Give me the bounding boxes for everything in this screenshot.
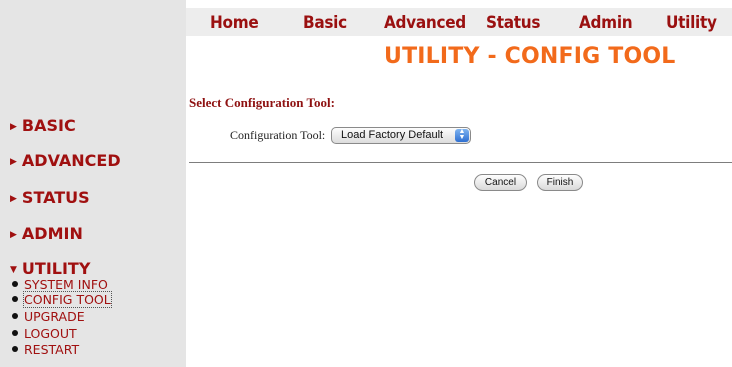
sidebar-item-config-tool[interactable]: CONFIG TOOL bbox=[12, 291, 112, 308]
triangle-right-icon: ▶ bbox=[10, 122, 17, 132]
sidebar-item-logout[interactable]: LOGOUT bbox=[12, 326, 77, 341]
config-tool-select[interactable]: Load Factory Default ▲ ▼ bbox=[331, 127, 471, 144]
divider bbox=[189, 162, 732, 163]
nav-status[interactable]: Status bbox=[486, 13, 540, 33]
sidebar-menu-label: UTILITY bbox=[21, 259, 91, 278]
sidebar-menu-advanced[interactable]: ▶ ADVANCED bbox=[10, 151, 121, 170]
triangle-right-icon: ▶ bbox=[10, 230, 17, 240]
triangle-right-icon: ▶ bbox=[10, 194, 17, 204]
sidebar-menu-label: ADVANCED bbox=[21, 151, 121, 170]
top-navigation: Home Basic Advanced Status Admin Utility bbox=[186, 8, 732, 36]
sidebar-menu-admin[interactable]: ▶ ADMIN bbox=[10, 224, 83, 243]
bullet-icon bbox=[12, 330, 18, 336]
up-down-arrows-icon: ▲ ▼ bbox=[455, 128, 469, 142]
bullet-icon bbox=[12, 346, 18, 352]
sidebar-menu-utility[interactable]: ▼ UTILITY bbox=[10, 259, 90, 278]
sidebar: ▶ BASIC ▶ ADVANCED ▶ STATUS ▶ ADMIN ▼ UTILITY… bbox=[0, 0, 186, 367]
sidebar-menu-label: STATUS bbox=[21, 188, 90, 207]
nav-home[interactable]: Home bbox=[210, 13, 259, 33]
section-title: Select Configuration Tool: bbox=[189, 95, 335, 110]
config-tool-selected-value: Load Factory Default bbox=[341, 129, 444, 141]
sidebar-menu-label: BASIC bbox=[21, 116, 76, 135]
triangle-right-icon: ▶ bbox=[10, 157, 17, 167]
sidebar-menu-basic[interactable]: ▶ BASIC bbox=[10, 116, 76, 135]
sidebar-menu-label: ADMIN bbox=[21, 224, 83, 243]
cancel-button[interactable]: Cancel bbox=[474, 174, 527, 191]
nav-advanced[interactable]: Advanced bbox=[384, 13, 466, 33]
bullet-icon bbox=[12, 281, 18, 287]
bullet-icon bbox=[12, 313, 18, 319]
sidebar-item-upgrade[interactable]: UPGRADE bbox=[12, 309, 85, 324]
nav-utility[interactable]: Utility bbox=[666, 13, 717, 33]
config-tool-label: Configuration Tool: bbox=[230, 128, 326, 142]
sidebar-item-restart[interactable]: RESTART bbox=[12, 342, 79, 357]
bullet-icon bbox=[12, 296, 18, 302]
nav-basic[interactable]: Basic bbox=[303, 13, 347, 33]
sidebar-menu-status[interactable]: ▶ STATUS bbox=[10, 188, 90, 207]
nav-admin[interactable]: Admin bbox=[579, 13, 633, 33]
triangle-down-icon: ▼ bbox=[10, 265, 17, 275]
page-title: UTILITY - CONFIG TOOL bbox=[384, 44, 676, 69]
finish-button[interactable]: Finish bbox=[537, 174, 583, 191]
sidebar-item-system-info[interactable]: SYSTEM INFO bbox=[12, 277, 108, 292]
